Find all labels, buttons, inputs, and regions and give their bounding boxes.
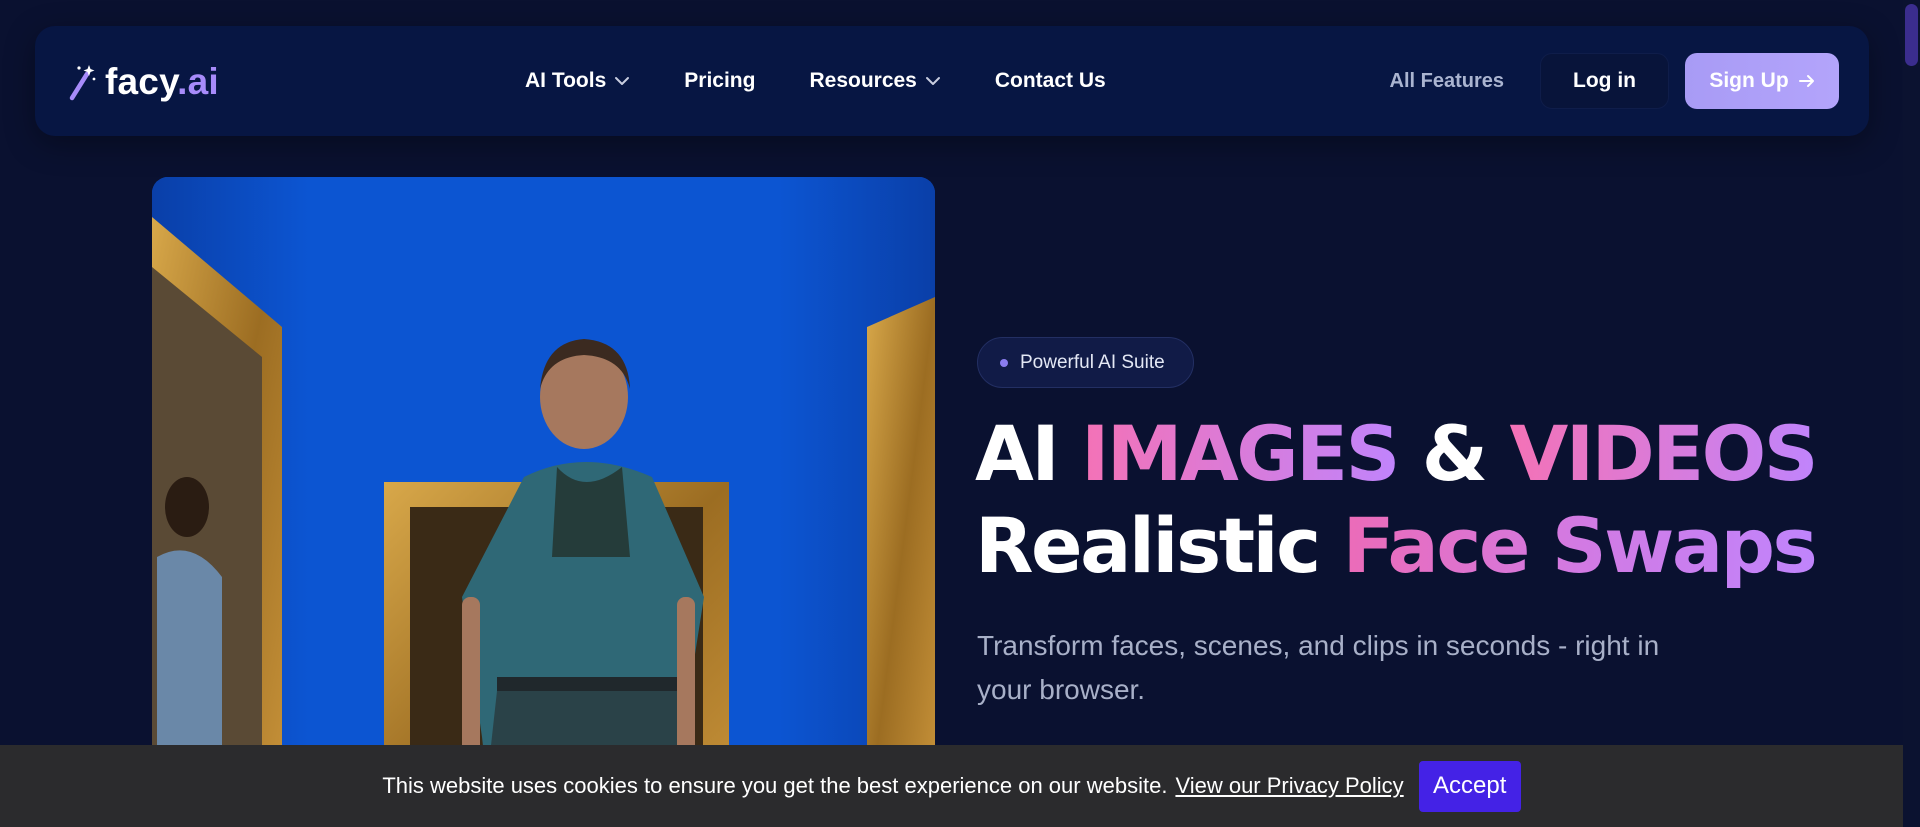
- magic-wand-icon: [69, 65, 96, 101]
- hero-headline: AI IMAGES & VIDEOS Realistic Face Swaps: [975, 408, 1819, 592]
- logo[interactable]: facy.ai: [67, 60, 219, 104]
- chevron-down-icon: [925, 77, 940, 85]
- nav-item-ai-tools[interactable]: AI Tools: [525, 69, 630, 93]
- login-button[interactable]: Log in: [1540, 53, 1669, 109]
- signup-label: Sign Up: [1709, 69, 1789, 92]
- headline-highlight: VIDEOS: [1509, 409, 1819, 498]
- nav-item-resources[interactable]: Resources: [809, 69, 940, 93]
- page-scrollbar[interactable]: [1903, 0, 1920, 827]
- hero-subtitle: Transform faces, scenes, and clips in se…: [977, 630, 1660, 705]
- main-nav: AI Tools Pricing Resources Contact Us: [525, 26, 1160, 136]
- logo-text: facy.ai: [105, 61, 219, 103]
- headline-highlight: Face Swaps: [1342, 501, 1818, 590]
- hero-illustration: [152, 177, 935, 827]
- headline-line-1: AI IMAGES & VIDEOS: [975, 408, 1819, 500]
- arrow-right-icon: [1798, 75, 1814, 87]
- scrollbar-thumb[interactable]: [1905, 4, 1918, 66]
- headline-word: Realistic: [975, 501, 1343, 590]
- headline-highlight: IMAGES: [1081, 409, 1400, 498]
- hero-video-preview: [152, 177, 935, 827]
- headline-word: AI: [975, 409, 1082, 498]
- badge-label: Powerful AI Suite: [1020, 351, 1165, 373]
- headline-line-2: Realistic Face Swaps: [975, 500, 1818, 592]
- accept-cookies-button[interactable]: Accept: [1418, 760, 1521, 812]
- nav-item-label: Resources: [809, 69, 917, 92]
- nav-item-contact-us[interactable]: Contact Us: [995, 69, 1106, 93]
- cookie-consent-bar: This website uses cookies to ensure you …: [0, 745, 1903, 827]
- nav-item-pricing[interactable]: Pricing: [684, 69, 755, 93]
- feature-badge: Powerful AI Suite: [977, 337, 1194, 388]
- nav-actions: All Features Log in Sign Up: [1390, 26, 1839, 136]
- nav-item-label: Pricing: [684, 69, 756, 92]
- cookie-message: This website uses cookies to ensure you …: [382, 773, 1168, 798]
- nav-item-label: Contact Us: [994, 69, 1106, 92]
- logo-tld: .ai: [177, 61, 219, 102]
- headline-word: &: [1397, 409, 1510, 498]
- privacy-policy-link[interactable]: View our Privacy Policy: [1175, 773, 1403, 799]
- nav-item-label: AI Tools: [525, 69, 607, 92]
- signup-button[interactable]: Sign Up: [1685, 53, 1839, 109]
- top-navbar: facy.ai AI Tools Pricing Resources Conta…: [35, 26, 1869, 136]
- all-features-link[interactable]: All Features: [1390, 70, 1504, 93]
- badge-dot: [1000, 358, 1008, 367]
- chevron-down-icon: [615, 77, 630, 85]
- logo-name: facy: [105, 61, 178, 102]
